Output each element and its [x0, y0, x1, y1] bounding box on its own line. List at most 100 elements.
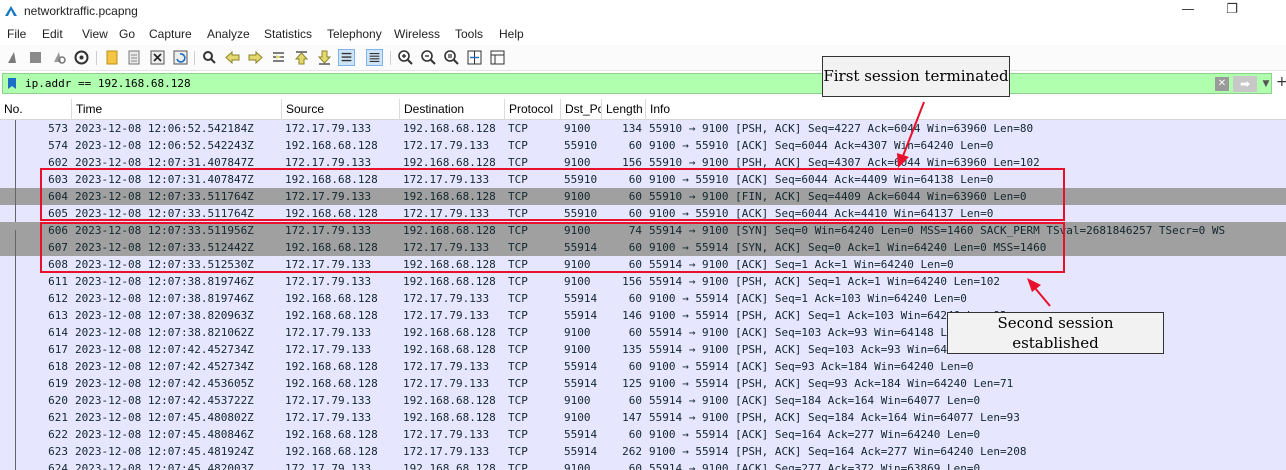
packet-row[interactable]: 618 2023-12-08 12:07:42.452734Z 192.168.68… — [0, 358, 1286, 375]
cell-protocol: TCP — [508, 394, 528, 407]
go-to-packet-icon[interactable] — [270, 49, 287, 66]
packet-row[interactable]: 623 2023-12-08 12:07:45.481924Z 192.168.68… — [0, 443, 1286, 460]
menu-tools[interactable]: Tools — [455, 27, 483, 41]
cell-time: 2023-12-08 12:06:52.542184Z — [75, 122, 254, 135]
column-header-info[interactable]: Info — [646, 99, 1286, 120]
menu-statistics[interactable]: Statistics — [264, 27, 312, 41]
go-forward-icon[interactable] — [247, 49, 264, 66]
find-packet-icon[interactable] — [201, 49, 218, 66]
clear-filter-button[interactable]: ✕ — [1215, 77, 1229, 91]
cell-protocol: TCP — [508, 360, 528, 373]
cell-protocol: TCP — [508, 462, 528, 470]
menu-go[interactable]: Go — [119, 27, 135, 41]
cell-info: 55914 → 9100 [PSH, ACK] Seq=1 Ack=1 Win=… — [649, 275, 1000, 288]
maximize-button[interactable]: ❐ — [1212, 2, 1252, 20]
column-header-no[interactable]: No. — [0, 99, 72, 120]
cell-time: 2023-12-08 12:06:52.542243Z — [75, 139, 254, 152]
shark-fin-start-icon[interactable] — [5, 49, 22, 66]
cell-destination: 192.168.68.128 — [403, 122, 496, 135]
menu-analyze[interactable]: Analyze — [207, 27, 250, 41]
autoscroll-icon[interactable] — [338, 49, 355, 66]
cell-length: 125 — [622, 377, 642, 390]
toolbar-separator — [194, 51, 195, 65]
zoom-in-icon[interactable] — [397, 49, 414, 66]
cell-source: 172.17.79.133 — [285, 394, 372, 407]
menu-view[interactable]: View — [82, 27, 108, 41]
capture-options-icon[interactable] — [73, 49, 90, 66]
go-last-icon[interactable] — [316, 49, 333, 66]
colorize-icon[interactable] — [366, 49, 383, 66]
packet-row[interactable]: 624 2023-12-08 12:07:45.482003Z 172.17.79.… — [0, 460, 1286, 470]
packet-row[interactable]: 620 2023-12-08 12:07:42.453722Z 172.17.79.… — [0, 392, 1286, 409]
cell-dst-port: 9100 — [564, 326, 591, 339]
cell-dst-port: 55914 — [564, 445, 598, 458]
packet-row[interactable]: 574 2023-12-08 12:06:52.542243Z 192.168.68… — [0, 137, 1286, 154]
cell-length: 156 — [622, 275, 642, 288]
minimize-button[interactable]: — — [1168, 2, 1208, 20]
column-header-destination[interactable]: Destination — [400, 99, 505, 120]
cell-source: 192.168.68.128 — [285, 309, 378, 322]
restart-capture-icon[interactable] — [50, 49, 67, 66]
display-filter-bar: ip.addr == 192.168.68.128 ✕ ➡ ▼ — [0, 72, 1286, 95]
cell-no: 618 — [48, 360, 68, 373]
cell-protocol: TCP — [508, 292, 528, 305]
save-file-icon[interactable] — [126, 49, 143, 66]
open-file-icon[interactable] — [104, 49, 121, 66]
cell-source: 192.168.68.128 — [285, 292, 378, 305]
cell-dst-port: 55914 — [564, 377, 598, 390]
packet-row[interactable]: 612 2023-12-08 12:07:38.819746Z 192.168.68… — [0, 290, 1286, 307]
cell-time: 2023-12-08 12:07:38.820963Z — [75, 309, 254, 322]
display-filter-input[interactable]: ip.addr == 192.168.68.128 ✕ ➡ ▼ — [2, 73, 1272, 94]
cell-protocol: TCP — [508, 326, 528, 339]
first-session-highlight — [40, 168, 1065, 221]
go-first-icon[interactable] — [293, 49, 310, 66]
menu-capture[interactable]: Capture — [149, 27, 192, 41]
cell-source: 172.17.79.133 — [285, 326, 372, 339]
cell-protocol: TCP — [508, 275, 528, 288]
column-header-time[interactable]: Time — [72, 99, 282, 120]
cell-dst-port: 9100 — [564, 343, 591, 356]
cell-info: 55910 → 9100 [PSH, ACK] Seq=4227 Ack=604… — [649, 122, 1034, 135]
cell-source: 172.17.79.133 — [285, 275, 372, 288]
packet-row[interactable]: 619 2023-12-08 12:07:42.453605Z 192.168.68… — [0, 375, 1286, 392]
cell-destination: 172.17.79.133 — [403, 292, 490, 305]
apply-filter-button[interactable]: ➡ — [1233, 76, 1257, 92]
column-header-source[interactable]: Source — [282, 99, 400, 120]
menu-wireless[interactable]: Wireless — [394, 27, 440, 41]
resize-columns-icon[interactable] — [466, 49, 483, 66]
reload-file-icon[interactable] — [172, 49, 189, 66]
cell-source: 172.17.79.133 — [285, 343, 372, 356]
cell-no: 612 — [48, 292, 68, 305]
conversation-gutter-line — [15, 120, 16, 222]
column-header-dst-port[interactable]: Dst_Po — [561, 99, 602, 120]
column-header-length[interactable]: Length — [602, 99, 646, 120]
cell-time: 2023-12-08 12:07:42.453722Z — [75, 394, 254, 407]
window-title: networktraffic.pcapng — [24, 4, 138, 18]
cell-protocol: TCP — [508, 343, 528, 356]
menu-help[interactable]: Help — [499, 27, 524, 41]
add-filter-button[interactable]: + — [1276, 74, 1286, 90]
cell-length: 60 — [628, 394, 642, 407]
stop-capture-icon[interactable] — [27, 49, 44, 66]
zoom-normal-icon[interactable] — [443, 49, 460, 66]
packet-row[interactable]: 621 2023-12-08 12:07:45.480802Z 172.17.79.… — [0, 409, 1286, 426]
cell-time: 2023-12-08 12:07:45.480802Z — [75, 411, 254, 424]
menu-file[interactable]: File — [7, 27, 26, 41]
second-session-label-line2: established — [1012, 334, 1099, 352]
toolbar-separator — [390, 51, 391, 65]
packet-row[interactable]: 622 2023-12-08 12:07:45.480846Z 192.168.68… — [0, 426, 1286, 443]
cell-protocol: TCP — [508, 139, 528, 152]
filter-bookmark-icon[interactable] — [7, 77, 17, 90]
recent-filters-dropdown[interactable]: ▼ — [1260, 76, 1272, 92]
menu-edit[interactable]: Edit — [42, 27, 63, 41]
close-file-icon[interactable] — [149, 49, 166, 66]
zoom-out-icon[interactable] — [420, 49, 437, 66]
packet-row[interactable]: 573 2023-12-08 12:06:52.542184Z 172.17.79.… — [0, 120, 1286, 137]
cell-protocol: TCP — [508, 445, 528, 458]
layout-icon[interactable] — [489, 49, 506, 66]
column-header-protocol[interactable]: Protocol — [505, 99, 561, 120]
cell-no: 573 — [48, 122, 68, 135]
menu-telephony[interactable]: Telephony — [327, 27, 382, 41]
packet-row[interactable]: 611 2023-12-08 12:07:38.819746Z 172.17.79.… — [0, 273, 1286, 290]
go-back-icon[interactable] — [224, 49, 241, 66]
